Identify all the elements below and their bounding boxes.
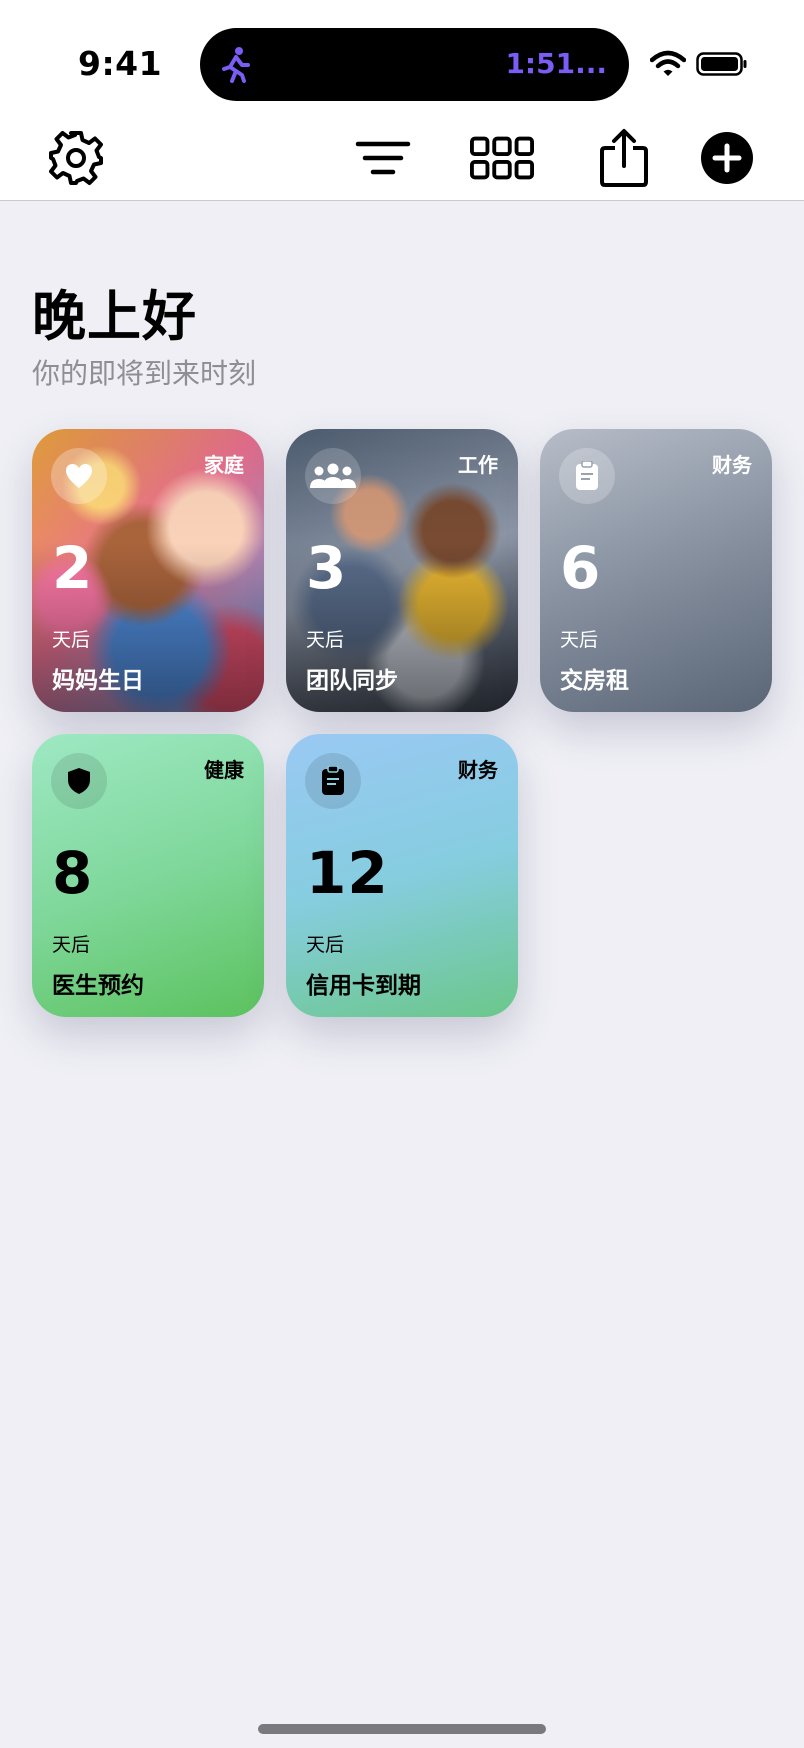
card-days-number: 6 — [560, 534, 602, 602]
status-bar: 9:41 1:51... — [0, 0, 804, 120]
card-category: 健康 — [204, 758, 244, 782]
home-indicator[interactable] — [258, 1724, 546, 1734]
add-button[interactable] — [695, 126, 759, 190]
icon-circle — [51, 753, 107, 809]
card-category: 工作 — [458, 453, 498, 477]
card-days-unit: 天后 — [560, 629, 599, 651]
icon-circle — [305, 448, 361, 504]
settings-button[interactable] — [44, 126, 108, 190]
event-card[interactable]: 健康 8 天后 医生预约 — [32, 734, 264, 1017]
plus-icon — [701, 132, 753, 184]
card-days-number: 8 — [52, 839, 94, 907]
gear-icon — [49, 131, 103, 185]
wifi-icon — [650, 50, 686, 76]
card-category: 家庭 — [204, 453, 244, 477]
toolbar — [0, 120, 804, 201]
card-days-unit: 天后 — [52, 629, 91, 651]
page-title: 晚上好 — [32, 285, 197, 348]
card-title: 团队同步 — [306, 668, 398, 694]
card-days-number: 2 — [52, 534, 94, 602]
card-title: 交房租 — [560, 668, 629, 694]
card-days-unit: 天后 — [306, 629, 345, 651]
card-days-unit: 天后 — [52, 934, 91, 956]
icon-circle — [559, 448, 615, 504]
event-card[interactable]: 家庭 2 天后 妈妈生日 — [32, 429, 264, 712]
status-time: 9:41 — [78, 44, 163, 83]
clipboard-icon — [322, 766, 344, 795]
sort-icon — [355, 141, 411, 175]
card-title: 信用卡到期 — [306, 973, 421, 999]
card-days-number: 3 — [306, 534, 348, 602]
clipboard-icon — [576, 461, 598, 490]
dynamic-island[interactable]: 1:51... — [200, 28, 629, 101]
card-days-number: 12 — [306, 839, 389, 907]
event-card[interactable]: 财务 6 天后 交房租 — [540, 429, 772, 712]
grid-icon — [470, 136, 534, 180]
card-category: 财务 — [458, 758, 498, 782]
card-title: 医生预约 — [52, 973, 144, 999]
share-icon — [600, 129, 648, 187]
people-icon — [310, 463, 356, 488]
event-card[interactable]: 工作 3 天后 团队同步 — [286, 429, 518, 712]
icon-circle — [51, 448, 107, 504]
heart-icon — [66, 464, 92, 488]
share-button[interactable] — [592, 126, 656, 190]
card-days-unit: 天后 — [306, 934, 345, 956]
card-category: 财务 — [712, 453, 752, 477]
event-card[interactable]: 财务 12 天后 信用卡到期 — [286, 734, 518, 1017]
shield-icon — [68, 768, 90, 794]
icon-circle — [305, 753, 361, 809]
battery-icon — [696, 52, 747, 76]
activity-timer: 1:51... — [505, 47, 607, 80]
page-subtitle: 你的即将到来时刻 — [32, 357, 257, 390]
card-title: 妈妈生日 — [52, 668, 144, 694]
sort-button[interactable] — [351, 126, 415, 190]
running-figure-icon — [222, 47, 250, 83]
grid-view-button[interactable] — [470, 126, 534, 190]
